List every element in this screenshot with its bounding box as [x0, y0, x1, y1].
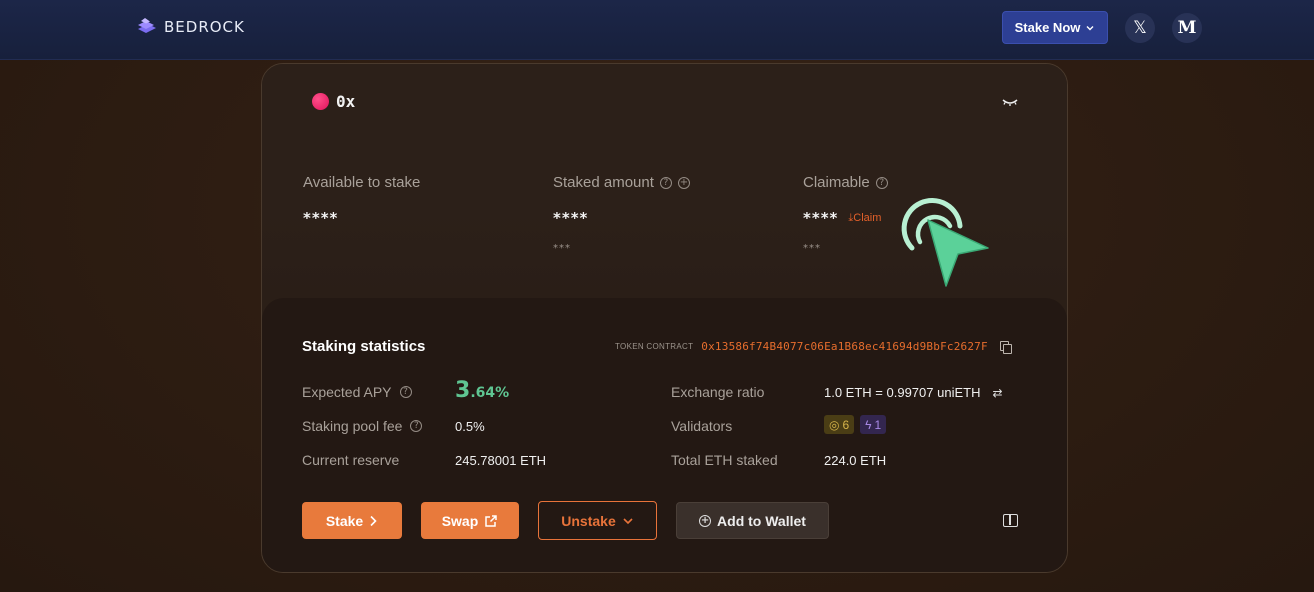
- claimable: Claimable ? **** ⤓Claim ***: [803, 174, 888, 254]
- swap-arrows-icon[interactable]: ⇄: [992, 386, 1002, 400]
- available-value: ****: [303, 209, 339, 227]
- apy-label: Expected APY ?: [302, 384, 412, 400]
- claimable-label: Claimable ?: [803, 174, 888, 191]
- stake-now-button[interactable]: Stake Now: [1002, 11, 1108, 44]
- statistics-title: Staking statistics: [302, 338, 426, 355]
- apy-value: 3.64%: [455, 378, 509, 403]
- x-social-button[interactable]: 𝕏: [1125, 13, 1155, 43]
- claimable-sub-value: ***: [803, 243, 821, 254]
- total-staked-label: Total ETH staked: [671, 452, 778, 468]
- swap-button[interactable]: Swap: [421, 502, 519, 539]
- pool-fee-label-text: Staking pool fee: [302, 418, 403, 434]
- pending-validators-badge[interactable]: ϟ 1: [860, 415, 887, 434]
- token-contract: TOKEN CONTRACT 0x13586f74B4077c06Ea1B68e…: [615, 340, 1012, 354]
- swap-label: Swap: [441, 512, 479, 529]
- staked-label-text: Staked amount: [553, 174, 654, 191]
- staked-label: Staked amount ? +: [553, 174, 690, 191]
- unstake-button[interactable]: Unstake: [538, 501, 657, 540]
- check-badge-icon: ◎: [829, 417, 840, 432]
- add-to-wallet-button[interactable]: + Add to Wallet: [676, 502, 829, 539]
- bolt-icon: ϟ: [865, 417, 872, 432]
- help-icon[interactable]: ?: [659, 176, 672, 189]
- staked-amount: Staked amount ? + **** ***: [553, 174, 690, 254]
- pool-fee-label: Staking pool fee ?: [302, 418, 423, 434]
- unstake-label: Unstake: [561, 512, 616, 529]
- validators-value: ◎ 6 ϟ 1: [824, 415, 887, 434]
- apy-int: 3: [455, 378, 471, 403]
- bedrock-logo-icon: [138, 18, 156, 33]
- medium-logo-icon: M: [1177, 18, 1197, 38]
- x-logo-icon: 𝕏: [1133, 18, 1147, 38]
- balance-panel: 0x Available to stake **** Staked amount…: [262, 64, 1067, 300]
- top-navbar: BEDROCK Stake Now 𝕏 M: [0, 0, 1314, 60]
- contract-label: TOKEN CONTRACT: [615, 342, 694, 351]
- copy-icon[interactable]: [999, 341, 1012, 354]
- contract-address-link[interactable]: 0x13586f74B4077c06Ea1B68ec41694d9BbFc262…: [701, 340, 988, 353]
- plus-circle-icon: +: [699, 514, 712, 527]
- plus-circle-icon[interactable]: +: [677, 176, 690, 189]
- external-link-icon: [485, 514, 498, 527]
- medium-social-button[interactable]: M: [1172, 13, 1202, 43]
- exchange-ratio-label: Exchange ratio: [671, 384, 765, 400]
- chevron-down-icon: [1086, 25, 1094, 30]
- book-icon[interactable]: [1003, 514, 1018, 527]
- wallet-address[interactable]: 0x: [312, 92, 355, 111]
- pool-fee-value: 0.5%: [455, 419, 485, 434]
- available-to-stake: Available to stake ****: [303, 174, 420, 227]
- apy-label-text: Expected APY: [302, 384, 392, 400]
- total-staked-value: 224.0 ETH: [824, 453, 887, 468]
- staked-value: ****: [553, 209, 589, 227]
- staking-card: 0x Available to stake **** Staked amount…: [261, 63, 1068, 573]
- exchange-ratio-text: 1.0 ETH = 0.99707 uniETH: [824, 385, 981, 400]
- stake-button[interactable]: Stake: [302, 502, 402, 539]
- stake-now-label: Stake Now: [1014, 20, 1081, 35]
- available-label: Available to stake: [303, 174, 420, 191]
- claimable-value: ****: [803, 209, 839, 227]
- help-icon[interactable]: ?: [410, 420, 423, 432]
- stake-label: Stake: [325, 512, 364, 529]
- apy-dec: .64%: [470, 385, 510, 401]
- help-icon[interactable]: ?: [399, 386, 412, 398]
- exchange-ratio-value: 1.0 ETH = 0.99707 uniETH ⇄: [824, 385, 1003, 400]
- reserve-value: 245.78001 ETH: [455, 453, 547, 468]
- cursor-click-icon: [901, 198, 989, 287]
- reserve-label: Current reserve: [302, 452, 400, 468]
- claimable-value-row: **** ⤓Claim: [803, 209, 888, 227]
- claimable-label-text: Claimable: [803, 174, 870, 191]
- pending-validators-count: 1: [874, 417, 882, 432]
- staked-sub-value: ***: [553, 243, 571, 254]
- active-validators-count: 6: [842, 417, 850, 432]
- chevron-right-icon: [370, 515, 377, 526]
- add-to-wallet-label: Add to Wallet: [717, 512, 806, 529]
- available-label-text: Available to stake: [303, 174, 421, 191]
- help-icon[interactable]: ?: [875, 176, 888, 189]
- brand-name: BEDROCK: [164, 18, 245, 36]
- wallet-address-text: 0x: [336, 92, 356, 111]
- wallet-avatar: [312, 93, 329, 110]
- brand-logo[interactable]: BEDROCK: [134, 15, 245, 39]
- active-validators-badge[interactable]: ◎ 6: [824, 415, 855, 434]
- claim-label: Claim: [853, 211, 882, 224]
- validators-label: Validators: [671, 418, 733, 434]
- chevron-down-icon: [623, 517, 633, 524]
- eye-closed-icon[interactable]: [1000, 92, 1020, 112]
- claim-button[interactable]: ⤓Claim: [848, 212, 881, 225]
